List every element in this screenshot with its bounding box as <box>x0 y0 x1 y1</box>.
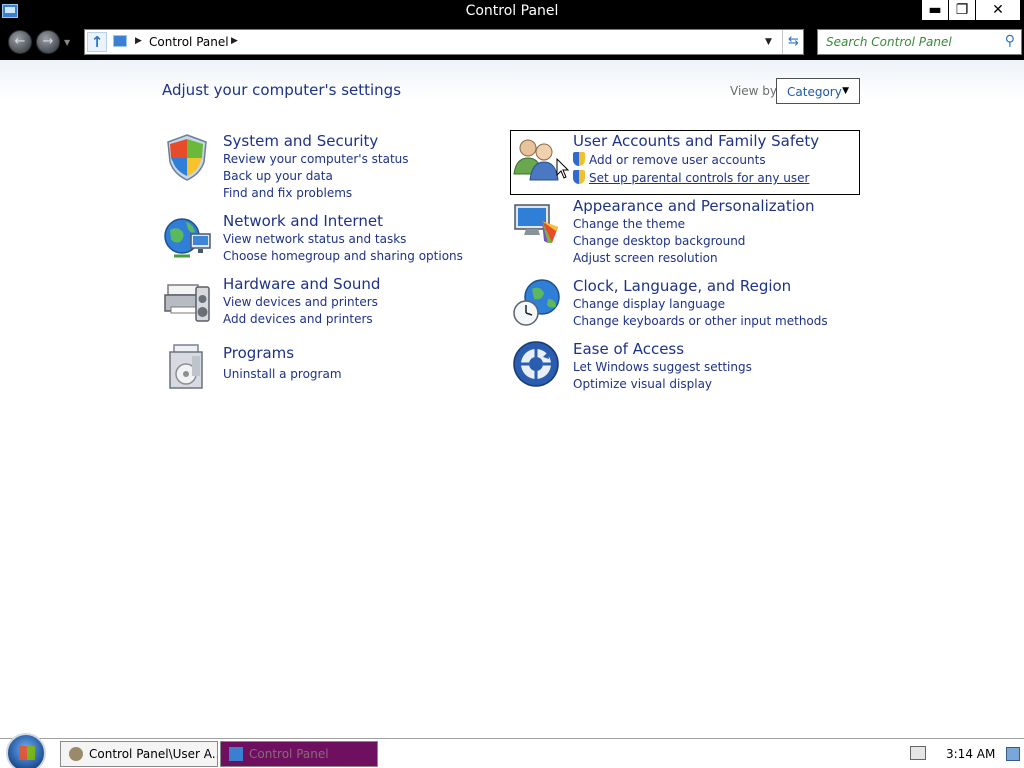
category-title[interactable]: Network and Internet <box>223 212 383 230</box>
category-title[interactable]: System and Security <box>223 132 378 150</box>
link-suggest-settings[interactable]: Let Windows suggest settings <box>573 360 752 374</box>
up-arrow-icon[interactable]: ↑ <box>87 32 107 52</box>
content-area: Adjust your computer's settings View by:… <box>0 60 1024 738</box>
network-globe-icon[interactable] <box>162 212 212 262</box>
restore-button[interactable]: ❐ <box>949 0 975 20</box>
control-panel-icon <box>113 35 127 47</box>
breadcrumb-arrow-icon[interactable]: ▶ <box>231 36 238 46</box>
search-box[interactable]: Search Control Panel ⚲ <box>817 29 1022 55</box>
minimize-button[interactable]: ▬ <box>922 0 948 20</box>
link-add-remove-accounts[interactable]: Add or remove user accounts <box>573 152 766 167</box>
link-find-fix-problems[interactable]: Find and fix problems <box>223 186 352 200</box>
ease-of-access-icon[interactable] <box>512 340 562 390</box>
taskbar-item-label: Control Panel\User A... <box>89 747 218 761</box>
category-title[interactable]: Programs <box>223 344 294 362</box>
link-review-status[interactable]: Review your computer's status <box>223 152 409 166</box>
view-by-dropdown[interactable]: Category ▼ <box>776 78 860 104</box>
category-hardware-sound: Hardware and Sound View devices and prin… <box>162 275 462 331</box>
category-programs: Programs Uninstall a program <box>162 342 462 394</box>
link-view-network-status[interactable]: View network status and tasks <box>223 232 406 246</box>
taskbar-item-control-panel[interactable]: Control Panel <box>220 741 378 767</box>
shield-icon[interactable] <box>162 132 212 182</box>
appearance-monitor-icon[interactable] <box>512 197 562 247</box>
forward-button[interactable]: → <box>36 30 60 54</box>
navigation-bar: ← → ▼ ↑ ▶ Control Panel ▶ ▼ ⇆ Search Con… <box>0 24 1024 60</box>
view-by-label: View by: <box>730 84 781 98</box>
breadcrumb-arrow-icon[interactable]: ▶ <box>135 36 142 46</box>
start-button[interactable] <box>6 733 46 768</box>
recent-pages-dropdown-icon[interactable]: ▼ <box>64 38 73 47</box>
refresh-icon[interactable]: ⇆ <box>782 30 804 54</box>
link-view-devices-printers[interactable]: View devices and printers <box>223 295 378 309</box>
title-bar: Control Panel ▬ ❐ ✕ <box>0 0 1024 24</box>
taskbar: Control Panel\User A... Control Panel 3:… <box>0 733 1024 768</box>
taskbar-item-label: Control Panel <box>249 747 329 761</box>
link-change-theme[interactable]: Change the theme <box>573 217 685 231</box>
search-icon[interactable]: ⚲ <box>1005 33 1015 49</box>
printer-icon[interactable] <box>162 275 212 325</box>
network-tray-icon[interactable] <box>910 746 926 760</box>
control-panel-icon <box>229 747 243 761</box>
link-change-background[interactable]: Change desktop background <box>573 234 745 248</box>
category-title[interactable]: Ease of Access <box>573 340 684 358</box>
category-title[interactable]: Clock, Language, and Region <box>573 277 791 295</box>
taskbar-clock[interactable]: 3:14 AM <box>946 747 995 761</box>
link-homegroup-sharing[interactable]: Choose homegroup and sharing options <box>223 249 463 263</box>
clock-globe-icon[interactable] <box>512 277 562 327</box>
link-display-language[interactable]: Change display language <box>573 297 725 311</box>
category-system-security: System and Security Review your computer… <box>162 132 462 202</box>
close-button[interactable]: ✕ <box>976 0 1020 20</box>
category-title[interactable]: Hardware and Sound <box>223 275 380 293</box>
link-uninstall-program[interactable]: Uninstall a program <box>223 367 342 381</box>
search-input[interactable]: Search Control Panel <box>826 35 952 49</box>
link-optimize-visual-display[interactable]: Optimize visual display <box>573 377 712 391</box>
page-heading: Adjust your computer's settings <box>162 81 402 99</box>
category-title[interactable]: Appearance and Personalization <box>573 197 815 215</box>
show-desktop-icon[interactable] <box>1006 747 1020 761</box>
category-title[interactable]: User Accounts and Family Safety <box>573 132 819 150</box>
back-button[interactable]: ← <box>8 30 32 54</box>
category-ease-of-access: Ease of Access Let Windows suggest setti… <box>512 340 852 396</box>
link-label: Set up parental controls for any user <box>589 171 810 185</box>
chevron-down-icon: ▼ <box>842 86 849 96</box>
mouse-cursor-icon <box>556 158 570 179</box>
taskbar-item-user-accounts[interactable]: Control Panel\User A... <box>60 741 218 767</box>
window-title: Control Panel <box>465 3 559 19</box>
category-network-internet: Network and Internet View network status… <box>162 212 482 268</box>
users-icon <box>69 747 83 761</box>
programs-box-icon[interactable] <box>162 342 212 392</box>
uac-shield-icon <box>573 170 585 184</box>
breadcrumb-control-panel[interactable]: Control Panel <box>149 35 229 49</box>
link-label: Add or remove user accounts <box>589 153 766 167</box>
category-appearance: Appearance and Personalization Change th… <box>512 197 852 267</box>
category-clock-language-region: Clock, Language, and Region Change displ… <box>512 277 852 333</box>
address-bar[interactable]: ↑ ▶ Control Panel ▶ ▼ ⇆ <box>84 29 804 55</box>
address-dropdown-icon[interactable]: ▼ <box>765 37 772 47</box>
link-keyboards-input[interactable]: Change keyboards or other input methods <box>573 314 828 328</box>
uac-shield-icon <box>573 152 585 166</box>
link-add-devices-printers[interactable]: Add devices and printers <box>223 312 373 326</box>
link-screen-resolution[interactable]: Adjust screen resolution <box>573 251 718 265</box>
link-parental-controls[interactable]: Set up parental controls for any user <box>573 170 809 185</box>
view-by-value: Category <box>787 85 842 99</box>
link-back-up-data[interactable]: Back up your data <box>223 169 333 183</box>
users-icon[interactable] <box>512 132 562 182</box>
